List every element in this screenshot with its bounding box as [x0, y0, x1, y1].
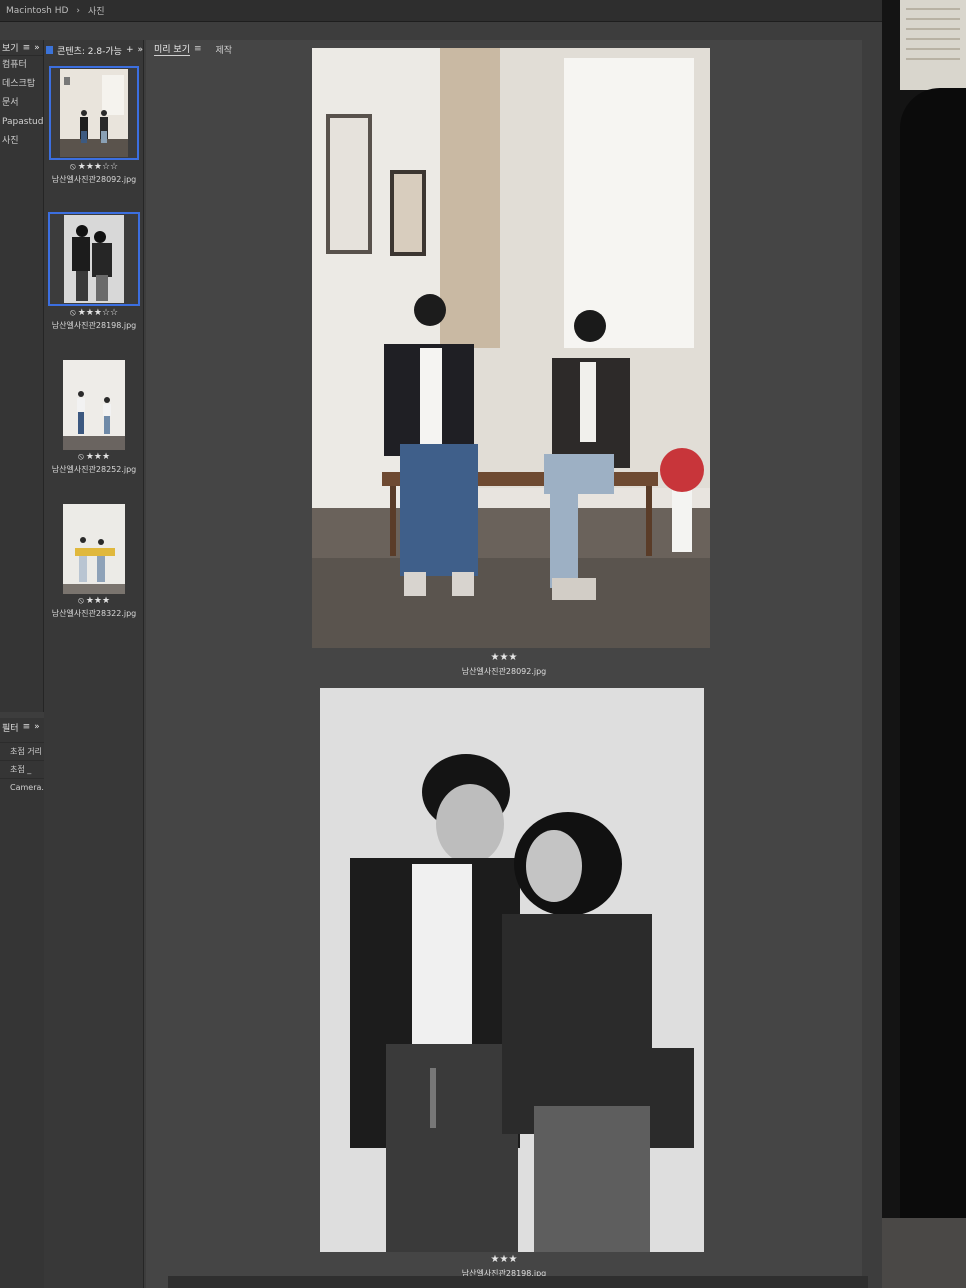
content-panel-header: 콘텐츠: 2.8-가능 + » [44, 40, 143, 60]
content-panel: 콘텐츠: 2.8-가능 + » ⦸ ★★★☆☆ 남산엘사진관28092.jpg … [44, 40, 144, 1288]
content-panel-title[interactable]: 콘텐츠: 2.8-가능 [57, 44, 122, 57]
panel-menu-icon[interactable]: ≡ [23, 43, 31, 53]
panel-menu-icon[interactable]: ≡ [23, 722, 31, 732]
path-crumb-folder[interactable]: 사진 [88, 4, 105, 17]
thumbnail-item[interactable]: ⦸ ★★★ 남산엘사진관28322.jpg [44, 504, 144, 619]
monitor-screen: Macintosh HD › 사진 보기 ≡ » 컴퓨터 데스크탑 문서 Pap… [0, 0, 882, 1288]
thumbnail-image [60, 69, 128, 157]
filter-panel: 필터 ≡ » 초점 거리 초점 _ Camera... [0, 718, 46, 1288]
favorite-item-computer[interactable]: 컴퓨터 [0, 56, 43, 75]
thumbnail-item[interactable]: ⦸ ★★★ 남산엘사진관28252.jpg [44, 360, 144, 475]
status-bar [168, 1276, 868, 1288]
favorites-panel: 보기 ≡ » 컴퓨터 데스크탑 문서 Papastudi 사진 [0, 40, 44, 712]
thumbnail-frame[interactable] [49, 66, 139, 160]
thumbnail-frame[interactable] [48, 212, 140, 306]
preview-filename[interactable]: 남산엘사진관28092.jpg [146, 666, 862, 677]
reject-icon[interactable]: ⦸ [78, 596, 84, 606]
favorite-item-documents[interactable]: 문서 [0, 94, 43, 113]
add-icon[interactable]: + [126, 45, 134, 55]
monitor-bezel [882, 0, 966, 1288]
star-rating[interactable]: ★★★☆☆ [78, 308, 118, 318]
reject-icon[interactable]: ⦸ [70, 162, 76, 172]
preview-star-rating[interactable]: ★★★ [146, 652, 862, 663]
star-rating[interactable]: ★★★☆☆ [78, 162, 118, 172]
thumbnail-item[interactable]: ⦸ ★★★☆☆ 남산엘사진관28198.jpg [44, 212, 144, 331]
path-separator: › [76, 5, 81, 16]
preview-image [320, 688, 704, 1252]
filter-panel-title[interactable]: 필터 [2, 721, 19, 734]
thumbnail-frame[interactable] [63, 360, 125, 450]
preview-image [312, 48, 710, 648]
tab-production[interactable]: 제작 [216, 43, 233, 56]
tab-preview[interactable]: 미리 보기 [154, 42, 190, 56]
panel-menu-icon[interactable]: ≡ [194, 44, 202, 54]
preview-star-rating[interactable]: ★★★ [146, 1254, 862, 1265]
thumbnail-filename[interactable]: 남산엘사진관28198.jpg [44, 320, 144, 331]
favorite-item-desktop[interactable]: 데스크탑 [0, 75, 43, 94]
background-dark-object [900, 88, 966, 1228]
preview-photo-bw[interactable] [320, 688, 704, 1252]
filter-panel-header: 필터 ≡ » [0, 718, 45, 736]
favorites-panel-header: 보기 ≡ » [0, 40, 43, 56]
thumbnail-rating: ⦸ ★★★ [44, 452, 144, 462]
path-bar: Macintosh HD › 사진 [0, 0, 882, 22]
thumbnail-image [64, 215, 124, 303]
expand-panel-icon[interactable]: » [137, 45, 143, 55]
thumbnail-rating: ⦸ ★★★ [44, 596, 144, 606]
thumbnail-filename[interactable]: 남산엘사진관28322.jpg [44, 608, 144, 619]
filter-camera[interactable]: Camera... [0, 778, 45, 796]
favorite-item-pictures[interactable]: 사진 [0, 132, 43, 151]
reject-icon[interactable]: ⦸ [70, 308, 76, 318]
preview-photo-color[interactable] [312, 48, 710, 648]
background-desk [882, 1218, 966, 1288]
star-rating[interactable]: ★★★ [86, 452, 110, 462]
thumbnail-rating: ⦸ ★★★☆☆ [44, 162, 144, 172]
reject-icon[interactable]: ⦸ [78, 452, 84, 462]
filter-focus[interactable]: 초점 _ [0, 760, 45, 778]
expand-panel-icon[interactable]: » [34, 43, 40, 53]
favorite-item-papastudio[interactable]: Papastudi [0, 113, 43, 132]
star-rating[interactable]: ★★★ [86, 596, 110, 606]
thumbnail-image [63, 360, 125, 450]
filter-focal-length[interactable]: 초점 거리 [0, 742, 45, 760]
expand-panel-icon[interactable]: » [34, 722, 40, 732]
thumbnail-image [63, 504, 125, 594]
favorites-panel-title[interactable]: 보기 [2, 41, 19, 54]
panel-color-square-icon [46, 46, 54, 54]
thumbnail-filename[interactable]: 남산엘사진관28252.jpg [44, 464, 144, 475]
thumbnail-rating: ⦸ ★★★☆☆ [44, 308, 144, 318]
thumbnail-frame[interactable] [63, 504, 125, 594]
path-crumb-drive[interactable]: Macintosh HD [6, 6, 68, 16]
preview-panel: 미리 보기 ≡ 제작 ★★★ 남산엘사진관28092.jpg ★★★ 남산엘사진… [146, 40, 862, 1288]
thumbnail-item[interactable]: ⦸ ★★★☆☆ 남산엘사진관28092.jpg [44, 66, 144, 185]
thumbnail-filename[interactable]: 남산엘사진관28092.jpg [44, 174, 144, 185]
background-paper [900, 0, 966, 90]
